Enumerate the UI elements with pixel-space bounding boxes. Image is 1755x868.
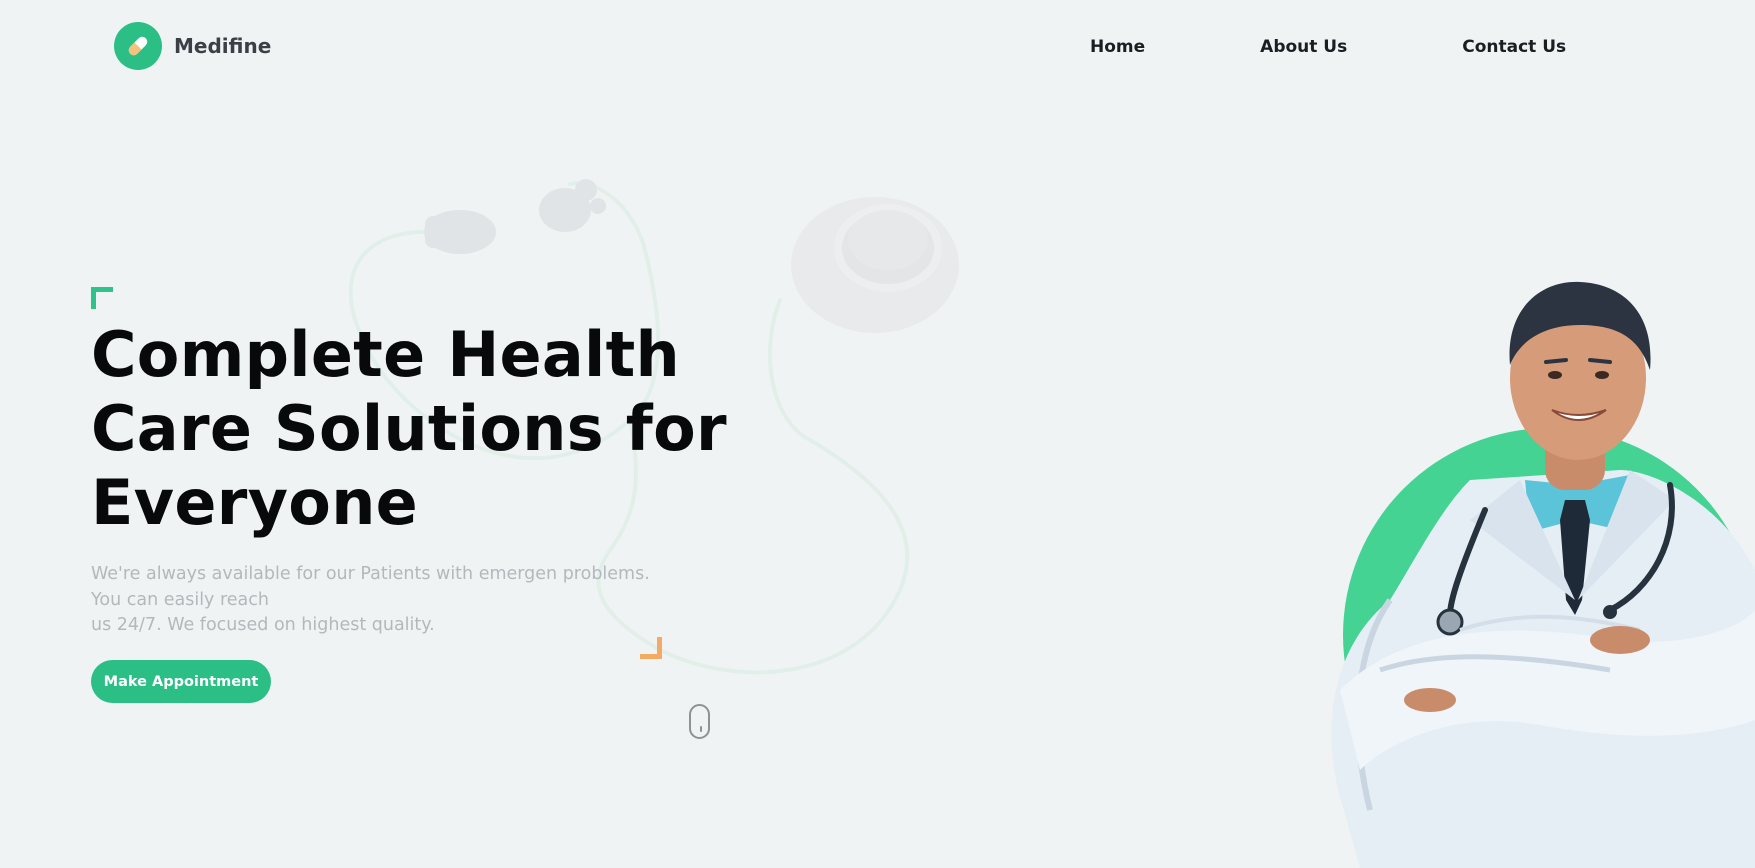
hero-subtitle: We're always available for our Patients … bbox=[91, 562, 691, 639]
doctor-portrait bbox=[1331, 281, 1755, 868]
hero-subtitle-line: You can easily reach bbox=[91, 589, 269, 610]
brand-logo-link[interactable]: Medifine bbox=[114, 22, 271, 70]
mouse-wheel bbox=[699, 726, 702, 732]
hero-title-line: Care Solutions for bbox=[91, 392, 727, 465]
pill-icon bbox=[114, 22, 162, 70]
hero-title: Complete Health Care Solutions for Every… bbox=[91, 318, 731, 540]
nav-contact-link[interactable]: Contact Us bbox=[1462, 36, 1566, 58]
hero-subtitle-line: us 24/7. We focused on highest quality. bbox=[91, 615, 435, 635]
make-appointment-button[interactable]: Make Appointment bbox=[91, 660, 271, 703]
nav-home-link[interactable]: Home bbox=[1090, 36, 1145, 58]
hero-subtitle-line: We're always available for our Patients … bbox=[91, 564, 650, 584]
brand-name: Medifine bbox=[174, 34, 272, 58]
accent-corner-bottom-right bbox=[640, 637, 662, 659]
nav-about-link[interactable]: About Us bbox=[1260, 36, 1347, 58]
accent-corner-top-left bbox=[91, 287, 113, 309]
main-nav: Home About Us Contact Us bbox=[1090, 36, 1566, 58]
landing-page: Medifine Home About Us Contact Us Comple… bbox=[0, 0, 1755, 868]
hero-title-line: Complete Health bbox=[91, 318, 680, 391]
mouse-scroll-icon[interactable] bbox=[689, 704, 710, 739]
hero-title-line: Everyone bbox=[91, 466, 418, 539]
